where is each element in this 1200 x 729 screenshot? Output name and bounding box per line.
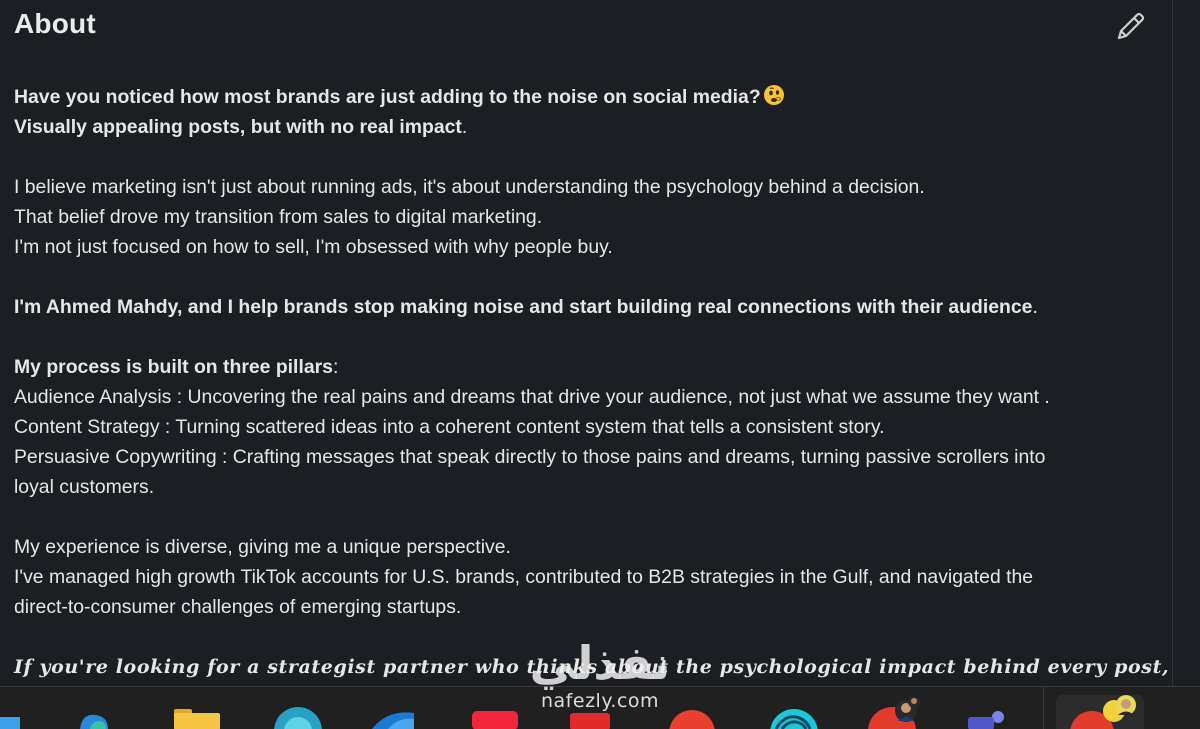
about-line: If you're looking for a strategist partn…: [14, 656, 1170, 678]
text-segment: I'm Ahmed Mahdy, and I help brands stop …: [14, 296, 1033, 318]
text-segment: .: [1032, 296, 1038, 318]
pencil-icon: [1117, 12, 1145, 40]
file-explorer-icon[interactable]: [172, 705, 222, 729]
chrome-profile-icon[interactable]: [862, 697, 932, 729]
section-title: About: [14, 8, 96, 39]
text-segment: Have you noticed how most brands are jus…: [14, 86, 761, 108]
text-segment: .: [461, 116, 468, 138]
about-line: Have you noticed how most brands are jus…: [14, 82, 1154, 112]
about-line: Content Strategy : Turning scattered ide…: [14, 416, 885, 438]
about-line: I've managed high growth TikTok accounts…: [14, 566, 1034, 588]
about-line: I believe marketing isn't just about run…: [14, 176, 925, 198]
about-line: loyal customers.: [14, 476, 155, 498]
text-segment: :: [332, 356, 339, 378]
about-line: My experience is diverse, giving me a un…: [14, 536, 511, 558]
taskbar-separator: [1043, 687, 1044, 729]
windows-start-icon[interactable]: [0, 705, 22, 729]
chrome-icon[interactable]: [272, 705, 324, 729]
cursor-app-icon[interactable]: [768, 705, 820, 729]
edit-about-button[interactable]: [1110, 8, 1150, 46]
youtube-icon[interactable]: [470, 705, 520, 729]
teams-icon[interactable]: [964, 705, 1016, 729]
edge-icon[interactable]: [76, 705, 110, 729]
about-card: About Have you noticed how most brands a…: [0, 0, 1173, 686]
about-line: That belief drove my transition from sal…: [14, 206, 543, 228]
about-line: I'm Ahmed Mahdy, and I help brands stop …: [14, 292, 1154, 322]
about-line: direct-to-consumer challenges of emergin…: [14, 596, 462, 618]
about-line: I'm not just focused on how to sell, I'm…: [14, 236, 613, 258]
about-text: Have you noticed how most brands are jus…: [14, 82, 1170, 682]
thinking-face-emoji-icon: [763, 84, 785, 106]
screen: About Have you noticed how most brands a…: [0, 0, 1200, 729]
about-line: Visually appealing posts, but with no re…: [14, 112, 1154, 142]
text-segment: My process is built on three pillars: [14, 356, 333, 378]
about-line: My process is built on three pillars:: [14, 352, 1154, 382]
taskbar-active-app[interactable]: [1056, 695, 1144, 729]
taskbar: [0, 686, 1200, 729]
text-segment: Visually appealing posts, but with no re…: [14, 116, 462, 138]
chrome-profile-active-icon: [1070, 695, 1136, 729]
about-line: Persuasive Copywriting : Crafting messag…: [14, 446, 1046, 468]
app-red-circle-icon[interactable]: [666, 705, 718, 729]
app-red-icon[interactable]: [570, 705, 610, 729]
about-line: Audience Analysis : Uncovering the real …: [14, 386, 1050, 408]
outlook-icon[interactable]: [368, 705, 420, 729]
